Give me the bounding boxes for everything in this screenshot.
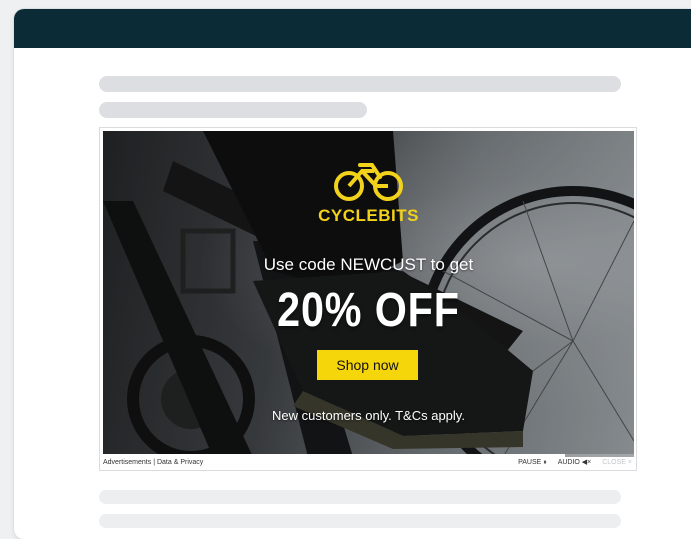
close-ad-button[interactable]: CLOSE × [602, 459, 632, 466]
audio-toggle-button[interactable]: AUDIO ◀× [558, 459, 592, 466]
advertisements-link[interactable]: Advertisements [103, 459, 151, 466]
skeleton-line-title [99, 76, 621, 92]
discount-headline: 20% OFF [277, 284, 460, 337]
video-ad: CYCLEBITS Use code NEWCUST to get 20% OF… [99, 127, 637, 471]
terms-text: New customers only. T&Cs apply. [272, 408, 465, 423]
promo-code-text: Use code NEWCUST to get [263, 255, 474, 274]
shop-now-button[interactable]: Shop now [317, 350, 418, 380]
header-bar [14, 9, 691, 48]
ad-controls-bar: Advertisements | Data & Privacy PAUSE ⏸ … [103, 457, 634, 469]
skeleton-line-body-2 [99, 514, 621, 528]
skeleton-line-body-1 [99, 490, 621, 504]
pause-button[interactable]: PAUSE ⏸ [518, 459, 547, 466]
bicycle-logo-icon [334, 163, 403, 201]
skeleton-line-subtitle [99, 102, 367, 118]
brand-name: CYCLEBITS [318, 206, 419, 225]
data-privacy-link[interactable]: Data & Privacy [157, 459, 203, 466]
ad-creative[interactable]: CYCLEBITS Use code NEWCUST to get 20% OF… [103, 131, 634, 457]
ad-disclosure: Advertisements | Data & Privacy [103, 457, 203, 469]
browser-window: CYCLEBITS Use code NEWCUST to get 20% OF… [14, 9, 691, 539]
ad-playback-controls: PAUSE ⏸ AUDIO ◀× CLOSE × [509, 457, 632, 469]
